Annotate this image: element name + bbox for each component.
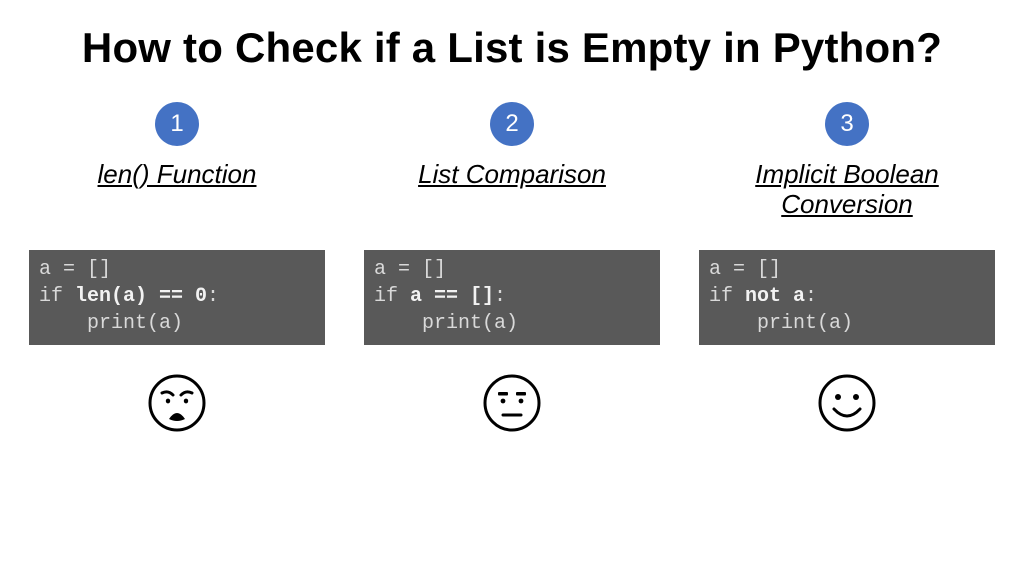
code-condition: len(a) == 0 [75,285,207,308]
code-colon: : [805,285,817,308]
code-colon: : [494,285,506,308]
code-line: a = [] [374,258,446,281]
method-title-len: len() Function [98,160,257,224]
happy-face-icon [817,373,877,433]
neutral-face-icon [482,373,542,433]
code-if: if [39,285,75,308]
code-if: if [374,285,410,308]
page-title: How to Check if a List is Empty in Pytho… [0,0,1024,72]
code-body: print(a) [709,312,853,335]
method-title-implicit: Implicit Boolean Conversion [697,160,997,224]
badge-3: 3 [825,102,869,146]
badge-1: 1 [155,102,199,146]
slide: How to Check if a List is Empty in Pytho… [0,0,1024,576]
code-block-implicit: a = [] if not a: print(a) [699,250,995,345]
columns: 1 len() Function a = [] if len(a) == 0: … [0,102,1024,433]
weary-face-icon [147,373,207,433]
column-compare: 2 List Comparison a = [] if a == []: pri… [362,102,662,433]
code-if: if [709,285,745,308]
code-condition: not a [745,285,805,308]
code-colon: : [207,285,219,308]
code-block-len: a = [] if len(a) == 0: print(a) [29,250,325,345]
code-line: a = [] [39,258,111,281]
code-block-compare: a = [] if a == []: print(a) [364,250,660,345]
code-condition: a == [] [410,285,494,308]
code-body: print(a) [374,312,518,335]
column-implicit: 3 Implicit Boolean Conversion a = [] if … [697,102,997,433]
method-title-compare: List Comparison [418,160,606,224]
column-len: 1 len() Function a = [] if len(a) == 0: … [27,102,327,433]
code-body: print(a) [39,312,183,335]
badge-2: 2 [490,102,534,146]
code-line: a = [] [709,258,781,281]
